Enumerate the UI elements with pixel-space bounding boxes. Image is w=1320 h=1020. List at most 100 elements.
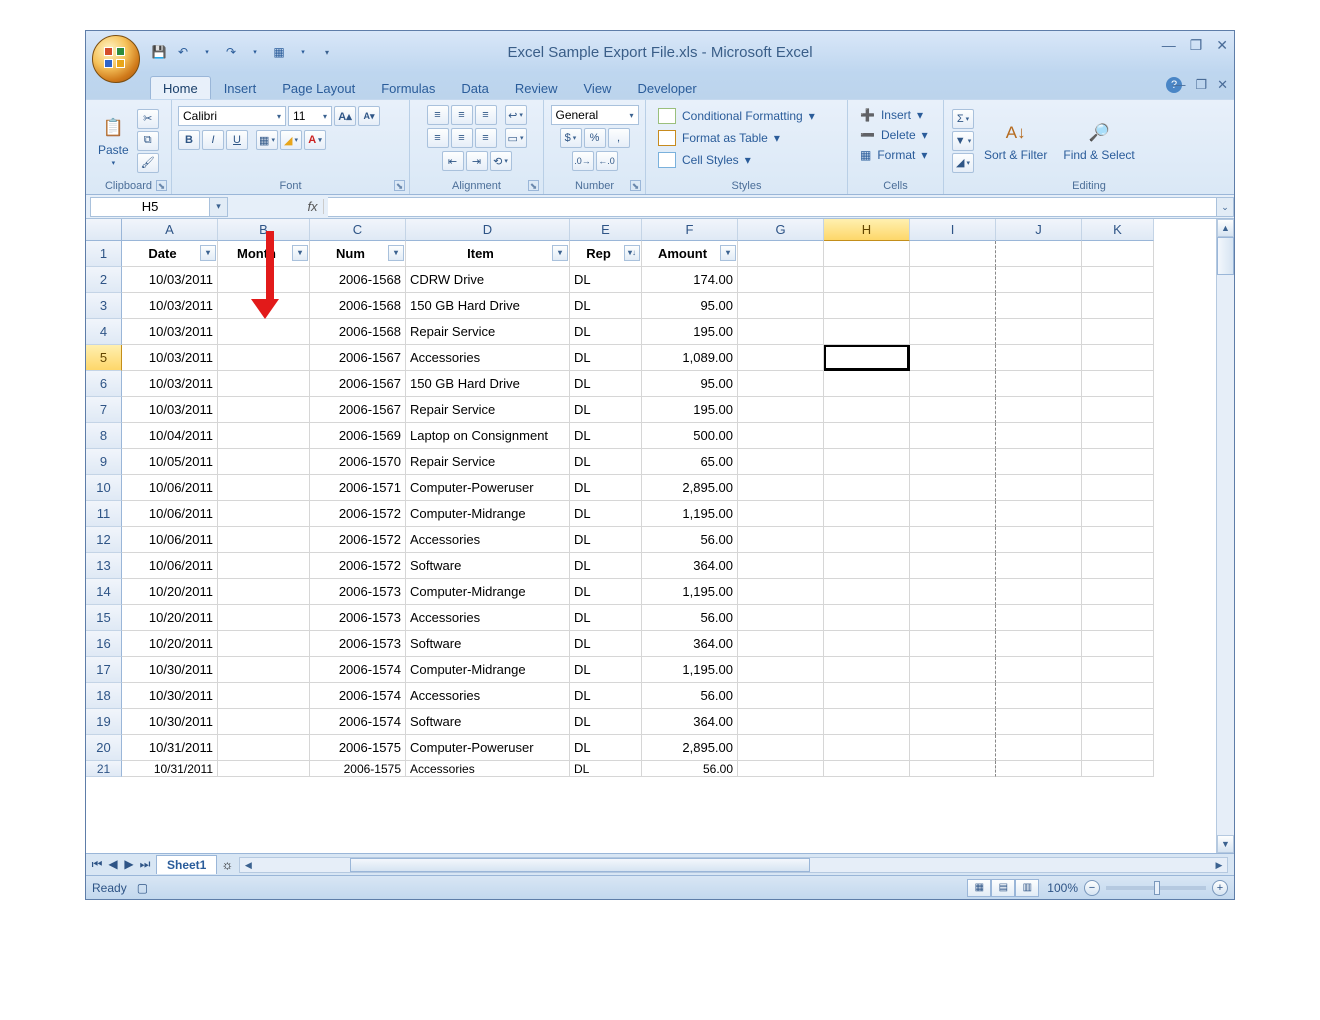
redo-icon[interactable]: ↷ bbox=[222, 43, 240, 61]
decrease-decimal-icon[interactable]: ←.0 bbox=[596, 151, 618, 171]
cell[interactable]: 56.00 bbox=[642, 761, 738, 777]
fill-color-icon[interactable]: ◢ bbox=[280, 130, 302, 150]
cut-icon[interactable]: ✂ bbox=[137, 109, 159, 129]
cell[interactable]: 195.00 bbox=[642, 397, 738, 423]
currency-icon[interactable]: $ bbox=[560, 128, 582, 148]
cell[interactable] bbox=[824, 241, 910, 267]
format-painter-icon[interactable]: 🖌 bbox=[137, 153, 159, 173]
cell[interactable]: 2006-1573 bbox=[310, 631, 406, 657]
italic-button[interactable]: I bbox=[202, 130, 224, 150]
cell[interactable] bbox=[824, 319, 910, 345]
cell[interactable]: 2006-1574 bbox=[310, 683, 406, 709]
cell[interactable]: DL bbox=[570, 267, 642, 293]
cell[interactable] bbox=[738, 267, 824, 293]
cell[interactable]: DL bbox=[570, 527, 642, 553]
cell[interactable] bbox=[824, 501, 910, 527]
cell[interactable] bbox=[218, 527, 310, 553]
cell[interactable] bbox=[1082, 475, 1154, 501]
cell[interactable] bbox=[1082, 501, 1154, 527]
align-middle-icon[interactable]: ≡ bbox=[451, 105, 473, 125]
comma-icon[interactable]: , bbox=[608, 128, 630, 148]
col-header-H[interactable]: H bbox=[824, 219, 910, 241]
cell[interactable] bbox=[910, 657, 996, 683]
cell[interactable] bbox=[910, 605, 996, 631]
cell[interactable]: DL bbox=[570, 345, 642, 371]
cell[interactable] bbox=[218, 735, 310, 761]
cell[interactable]: 2006-1567 bbox=[310, 371, 406, 397]
cell[interactable] bbox=[218, 605, 310, 631]
col-header-F[interactable]: F bbox=[642, 219, 738, 241]
cell[interactable]: 10/06/2011 bbox=[122, 475, 218, 501]
cell[interactable]: 10/04/2011 bbox=[122, 423, 218, 449]
cell[interactable]: DL bbox=[570, 423, 642, 449]
cell[interactable] bbox=[1082, 345, 1154, 371]
col-header-K[interactable]: K bbox=[1082, 219, 1154, 241]
cell[interactable]: 2006-1567 bbox=[310, 345, 406, 371]
cell[interactable]: 2006-1570 bbox=[310, 449, 406, 475]
cell[interactable] bbox=[996, 293, 1082, 319]
cell[interactable] bbox=[910, 631, 996, 657]
format-as-table-button[interactable]: Format as Table ▾ bbox=[654, 128, 784, 148]
shrink-font-icon[interactable]: A▾ bbox=[358, 106, 380, 126]
row-header[interactable]: 3 bbox=[86, 293, 122, 319]
cell[interactable] bbox=[910, 709, 996, 735]
cell[interactable]: 1,195.00 bbox=[642, 501, 738, 527]
cell[interactable]: 364.00 bbox=[642, 631, 738, 657]
cell[interactable] bbox=[1082, 735, 1154, 761]
cell[interactable] bbox=[824, 371, 910, 397]
cell[interactable]: Laptop on Consignment bbox=[406, 423, 570, 449]
cell[interactable] bbox=[738, 735, 824, 761]
cell[interactable] bbox=[738, 475, 824, 501]
cell[interactable]: Accessories bbox=[406, 345, 570, 371]
cell[interactable] bbox=[218, 267, 310, 293]
undo-icon[interactable]: ↶ bbox=[174, 43, 192, 61]
filter-amount-icon[interactable]: ▾ bbox=[720, 245, 736, 261]
fill-icon[interactable]: ▼ bbox=[952, 131, 974, 151]
border-icon[interactable]: ▦ bbox=[256, 130, 278, 150]
cell[interactable]: 95.00 bbox=[642, 293, 738, 319]
cell[interactable] bbox=[738, 501, 824, 527]
vertical-scrollbar[interactable]: ▲ ▼ bbox=[1216, 219, 1234, 853]
row-header[interactable]: 14 bbox=[86, 579, 122, 605]
cell[interactable]: 10/03/2011 bbox=[122, 397, 218, 423]
cell[interactable]: 2006-1571 bbox=[310, 475, 406, 501]
cell[interactable] bbox=[738, 293, 824, 319]
cell[interactable] bbox=[996, 345, 1082, 371]
cell[interactable]: 2006-1574 bbox=[310, 657, 406, 683]
col-header-A[interactable]: A bbox=[122, 219, 218, 241]
col-header-G[interactable]: G bbox=[738, 219, 824, 241]
row-header[interactable]: 13 bbox=[86, 553, 122, 579]
cell[interactable] bbox=[824, 449, 910, 475]
cell[interactable] bbox=[1082, 371, 1154, 397]
sort-filter-button[interactable]: A↓Sort & Filter bbox=[978, 118, 1053, 164]
cell[interactable] bbox=[1082, 319, 1154, 345]
scroll-up-icon[interactable]: ▲ bbox=[1217, 219, 1234, 237]
cell[interactable] bbox=[218, 319, 310, 345]
cell[interactable] bbox=[910, 371, 996, 397]
cell[interactable]: 2006-1572 bbox=[310, 553, 406, 579]
cell[interactable] bbox=[218, 475, 310, 501]
cell[interactable] bbox=[738, 449, 824, 475]
cell[interactable] bbox=[1082, 449, 1154, 475]
cell[interactable] bbox=[910, 241, 996, 267]
wb-minimize-icon[interactable]: — bbox=[1172, 77, 1185, 93]
cell[interactable]: 2006-1573 bbox=[310, 579, 406, 605]
row-header[interactable]: 19 bbox=[86, 709, 122, 735]
align-top-icon[interactable]: ≡ bbox=[427, 105, 449, 125]
cell[interactable] bbox=[996, 241, 1082, 267]
cell[interactable]: DL bbox=[570, 631, 642, 657]
close-icon[interactable]: ✕ bbox=[1216, 37, 1228, 54]
cell[interactable] bbox=[824, 527, 910, 553]
cell[interactable]: 2006-1572 bbox=[310, 527, 406, 553]
row-header[interactable]: 15 bbox=[86, 605, 122, 631]
cell[interactable] bbox=[824, 657, 910, 683]
cell[interactable] bbox=[738, 709, 824, 735]
percent-icon[interactable]: % bbox=[584, 128, 606, 148]
cell[interactable]: CDRW Drive bbox=[406, 267, 570, 293]
cell[interactable]: DL bbox=[570, 761, 642, 777]
cell[interactable]: DL bbox=[570, 579, 642, 605]
cell[interactable]: 2,895.00 bbox=[642, 475, 738, 501]
font-name-combo[interactable]: Calibri bbox=[178, 106, 286, 126]
cell[interactable] bbox=[996, 527, 1082, 553]
autosum-icon[interactable]: Σ bbox=[952, 109, 974, 129]
